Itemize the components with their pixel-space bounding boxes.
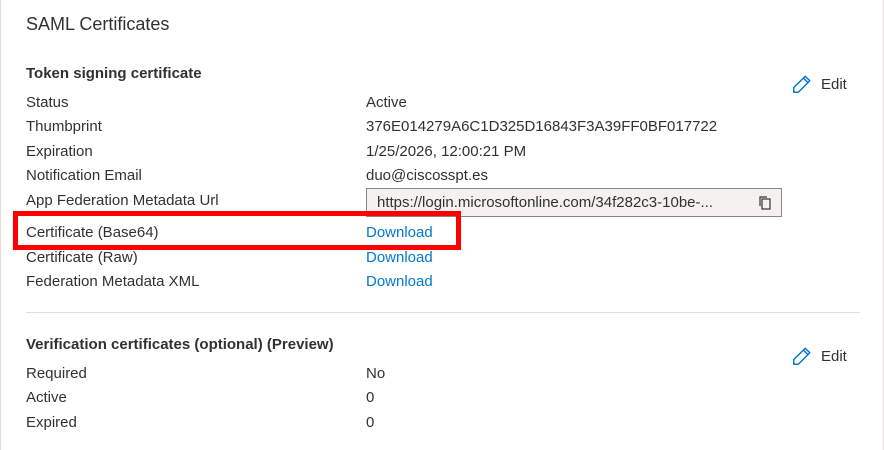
active-value: 0 [366,389,375,406]
certificate-raw-label: Certificate (Raw) [26,249,138,266]
active-label: Active [26,389,67,406]
certificate-raw-download-link[interactable]: Download [366,249,433,266]
token-signing-edit-button[interactable]: Edit [791,72,847,96]
status-label: Status [26,94,69,111]
pencil-icon [793,75,811,93]
expiration-value: 1/25/2026, 12:00:21 PM [366,143,527,160]
pencil-icon [793,347,811,365]
metadata-url-text: https://login.microsoftonline.com/34f282… [377,194,714,211]
saml-certificates-panel: SAML Certificates Token signing certific… [0,0,884,450]
metadata-url-label: App Federation Metadata Url [26,192,219,209]
expired-value: 0 [366,414,375,431]
copy-icon[interactable] [757,195,773,211]
status-value: Active [366,94,407,111]
verification-title: Verification certificates (optional) (Pr… [26,336,334,353]
required-value: No [366,365,386,382]
section-divider [26,312,860,313]
thumbprint-value: 376E014279A6C1D325D16843F3A39FF0BF017722 [366,118,718,135]
federation-metadata-xml-label: Federation Metadata XML [26,273,200,290]
notification-email-label: Notification Email [26,167,142,184]
edit-label: Edit [821,347,847,365]
federation-metadata-xml-download-link[interactable]: Download [366,273,433,290]
token-signing-title: Token signing certificate [26,65,202,82]
verification-edit-button[interactable]: Edit [791,344,847,368]
edit-label: Edit [821,75,847,93]
thumbprint-label: Thumbprint [26,118,102,135]
expired-label: Expired [26,414,77,431]
page-title: SAML Certificates [26,14,170,34]
notification-email-value: duo@ciscosspt.es [366,167,488,184]
expiration-label: Expiration [26,143,93,160]
highlight-box [13,211,461,250]
required-label: Required [26,365,87,382]
